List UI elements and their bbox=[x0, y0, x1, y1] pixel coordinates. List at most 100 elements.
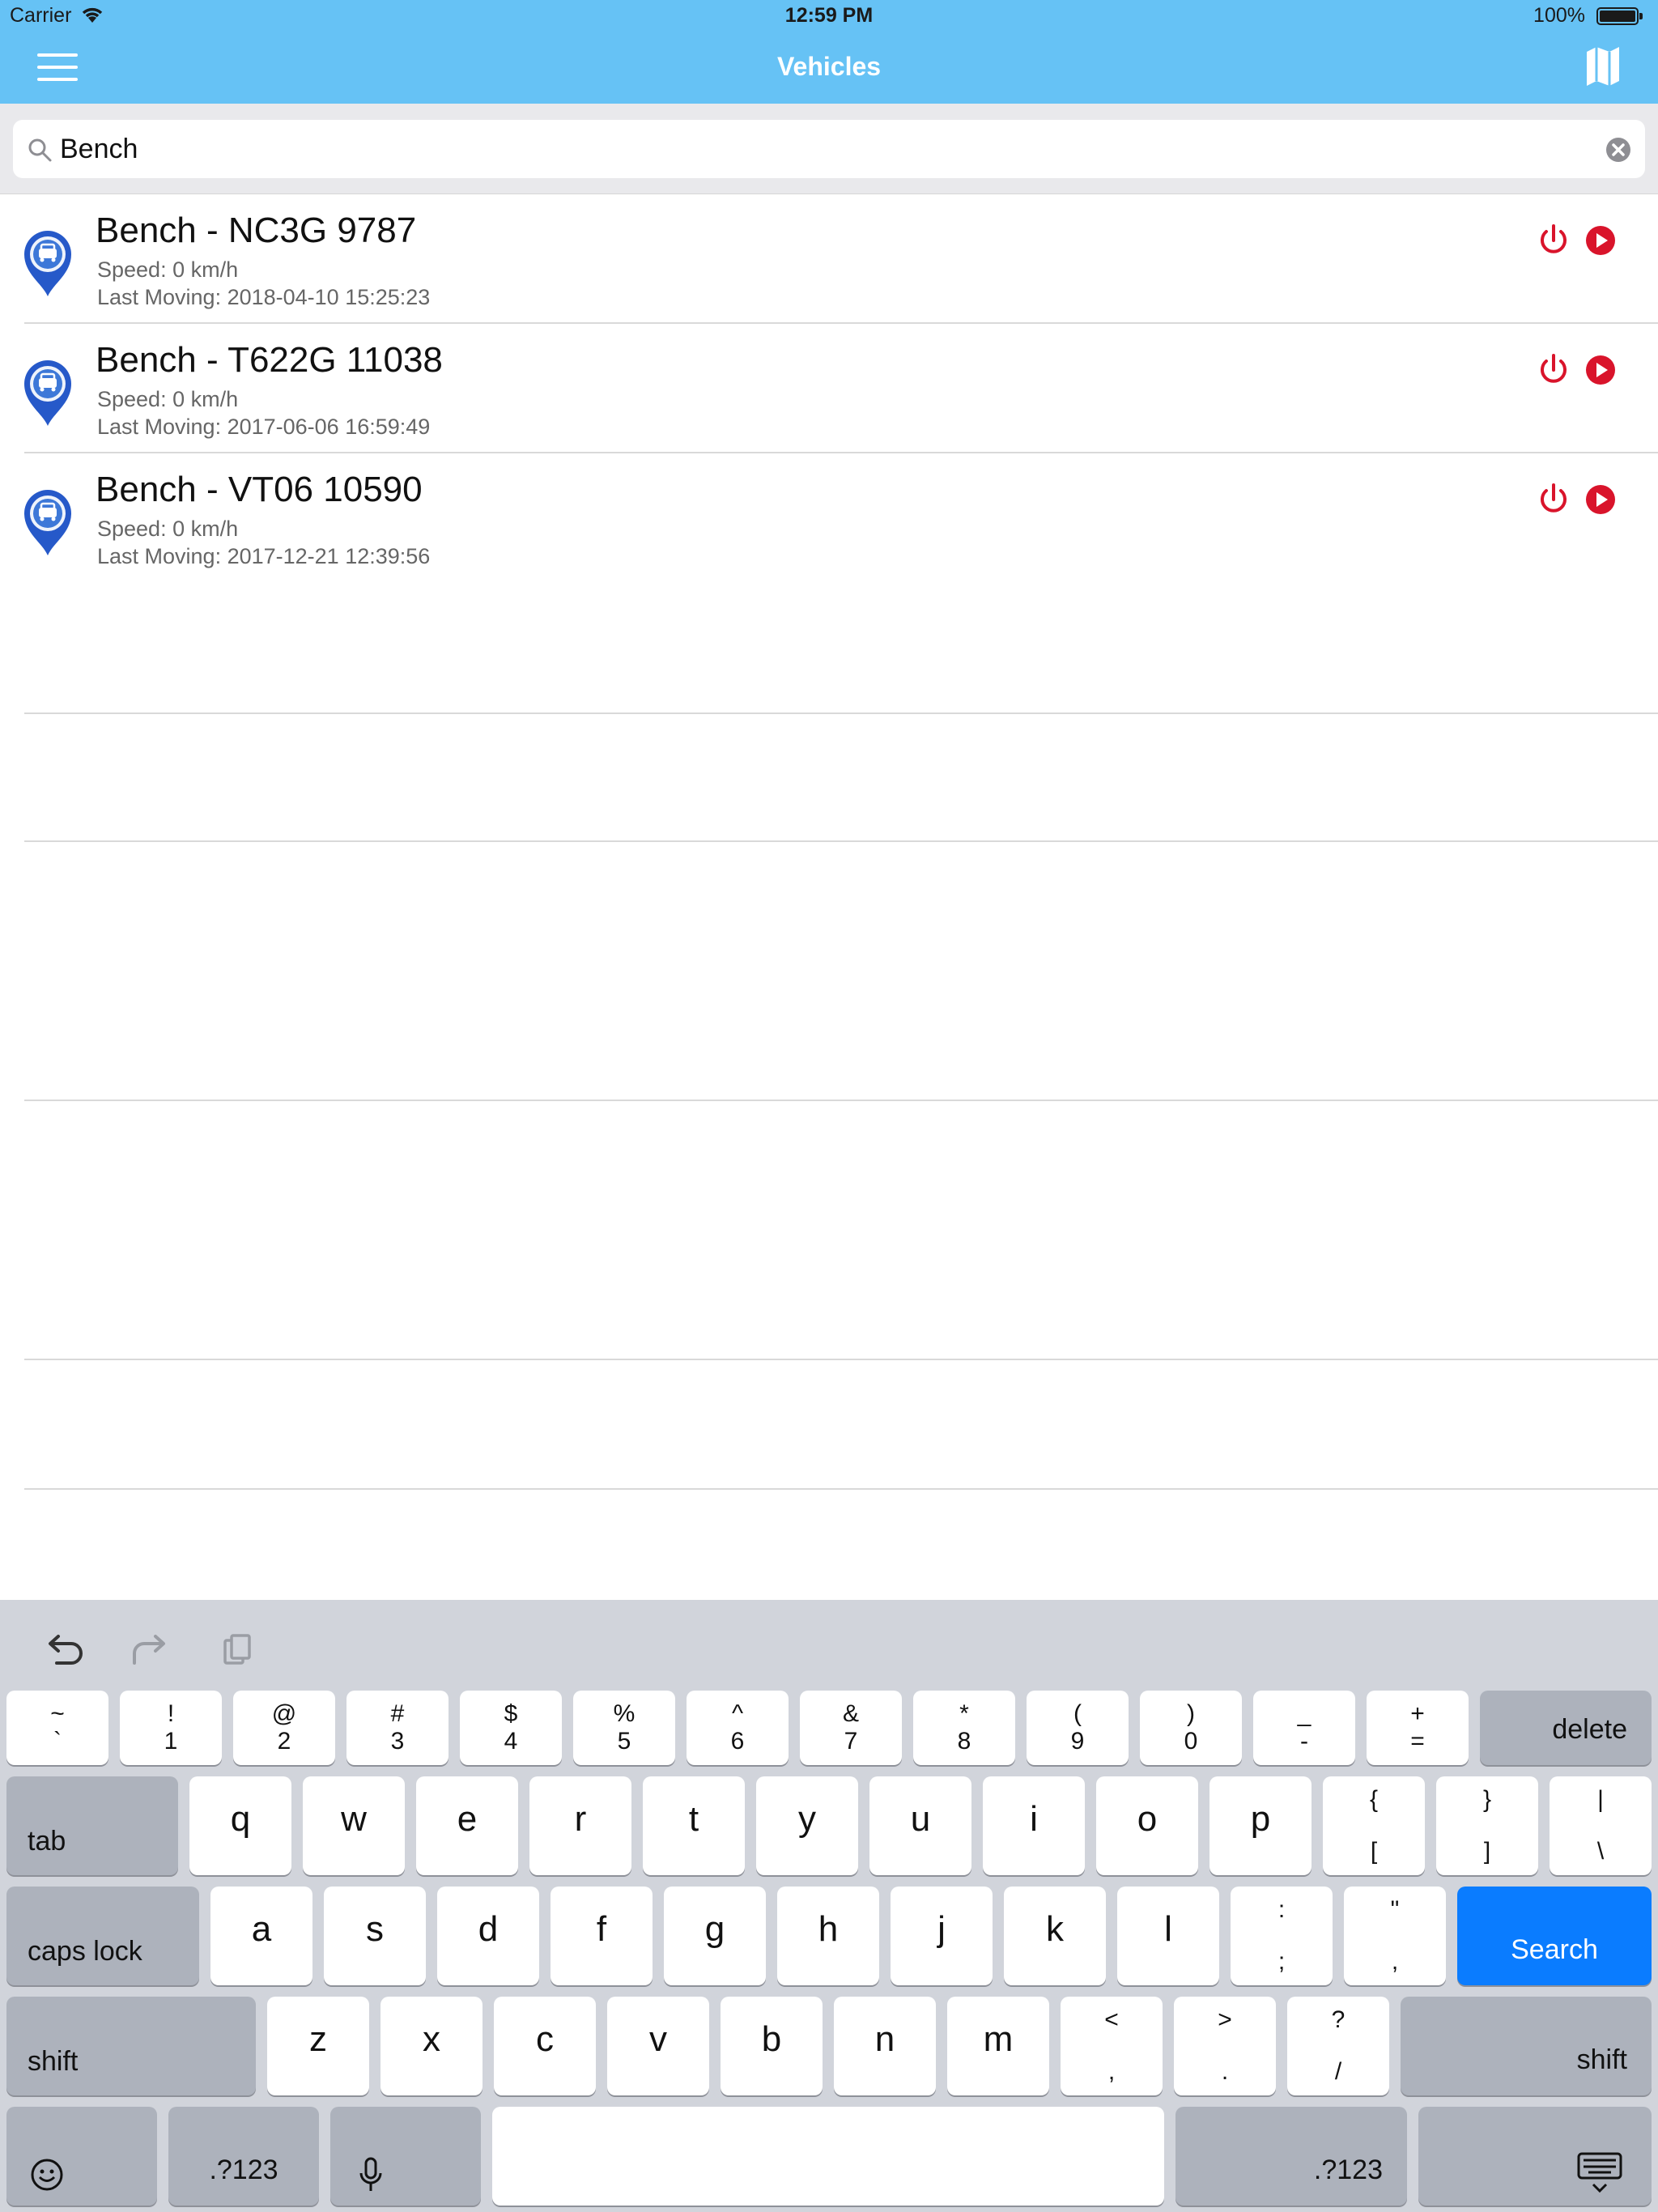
vehicle-name: Bench - T622G 11038 bbox=[96, 340, 443, 380]
key-1[interactable]: ~ ` bbox=[6, 1691, 108, 1765]
numbers-key-right[interactable]: .?123 bbox=[1175, 2107, 1407, 2206]
clear-search-icon[interactable] bbox=[1605, 136, 1632, 164]
key-symbol[interactable]: :; bbox=[1231, 1887, 1333, 1985]
power-icon[interactable] bbox=[1535, 222, 1572, 259]
dictation-key[interactable] bbox=[330, 2107, 481, 2206]
key-5[interactable]: $4 bbox=[460, 1691, 562, 1765]
play-icon[interactable] bbox=[1584, 223, 1618, 257]
empty-row-divider bbox=[24, 840, 1658, 842]
key-top-label: : bbox=[1278, 1896, 1286, 1923]
empty-row-divider bbox=[24, 1488, 1658, 1490]
key-z[interactable]: z bbox=[267, 1997, 369, 2095]
key-y[interactable]: y bbox=[756, 1776, 858, 1875]
key-x[interactable]: x bbox=[380, 1997, 483, 2095]
caps-lock-key[interactable]: caps lock bbox=[6, 1887, 199, 1985]
key-label: q bbox=[230, 1799, 251, 1839]
key-label: y bbox=[798, 1799, 816, 1839]
redo-icon[interactable] bbox=[126, 1626, 175, 1674]
shift-left-key[interactable]: shift bbox=[6, 1997, 256, 2095]
key-h[interactable]: h bbox=[777, 1887, 879, 1985]
key-12[interactable]: _ - bbox=[1253, 1691, 1355, 1765]
key-s[interactable]: s bbox=[324, 1887, 426, 1985]
key-symbol[interactable]: }] bbox=[1436, 1776, 1538, 1875]
numbers-key-label: .?123 bbox=[209, 2155, 278, 2185]
power-icon[interactable] bbox=[1535, 481, 1572, 518]
delete-label: delete bbox=[1552, 1714, 1627, 1745]
map-icon[interactable] bbox=[1580, 44, 1626, 89]
key-symbol[interactable]: >. bbox=[1174, 1997, 1276, 2095]
search-bar bbox=[0, 104, 1658, 194]
key-j[interactable]: j bbox=[891, 1887, 993, 1985]
emoji-key[interactable] bbox=[6, 2107, 157, 2206]
vehicle-row[interactable]: Bench - NC3G 9787 Speed: 0 km/h Last Mov… bbox=[0, 194, 1658, 324]
dismiss-keyboard-key[interactable] bbox=[1418, 2107, 1652, 2206]
key-bottom-label: 4 bbox=[504, 1728, 518, 1755]
key-label: h bbox=[818, 1909, 839, 1949]
key-2[interactable]: ! 1 bbox=[120, 1691, 222, 1765]
key-symbol[interactable]: | \ bbox=[1550, 1776, 1652, 1875]
key-symbol[interactable]: <, bbox=[1061, 1997, 1163, 2095]
key-label: n bbox=[874, 2019, 895, 2059]
key-b[interactable]: b bbox=[721, 1997, 823, 2095]
search-key[interactable]: Search bbox=[1457, 1887, 1652, 1985]
key-bottom-label: , bbox=[1107, 2058, 1116, 2085]
key-11[interactable]: ) 0 bbox=[1140, 1691, 1242, 1765]
delete-key[interactable]: delete bbox=[1480, 1691, 1652, 1765]
key-e[interactable]: e bbox=[416, 1776, 518, 1875]
key-label: d bbox=[478, 1909, 499, 1949]
key-symbol[interactable]: ", bbox=[1344, 1887, 1446, 1985]
shift-right-key[interactable]: shift bbox=[1401, 1997, 1652, 2095]
key-r[interactable]: r bbox=[529, 1776, 631, 1875]
key-10[interactable]: (9 bbox=[1027, 1691, 1129, 1765]
key-top-label: _ bbox=[1297, 1700, 1312, 1727]
search-input[interactable] bbox=[60, 126, 1582, 172]
key-w[interactable]: w bbox=[303, 1776, 405, 1875]
tab-key[interactable]: tab bbox=[6, 1776, 178, 1875]
key-f[interactable]: f bbox=[551, 1887, 653, 1985]
key-top-label: | bbox=[1597, 1786, 1604, 1813]
key-label: o bbox=[1137, 1799, 1158, 1839]
play-icon[interactable] bbox=[1584, 353, 1618, 387]
key-4[interactable]: #3 bbox=[346, 1691, 449, 1765]
key-symbol[interactable]: ? / bbox=[1287, 1997, 1389, 2095]
key-q[interactable]: q bbox=[189, 1776, 291, 1875]
key-p[interactable]: p bbox=[1209, 1776, 1312, 1875]
key-l[interactable]: l bbox=[1117, 1887, 1219, 1985]
key-g[interactable]: g bbox=[664, 1887, 766, 1985]
play-icon[interactable] bbox=[1584, 483, 1618, 517]
key-t[interactable]: t bbox=[643, 1776, 745, 1875]
vehicle-row[interactable]: Bench - VT06 10590 Speed: 0 km/h Last Mo… bbox=[0, 453, 1658, 583]
key-o[interactable]: o bbox=[1096, 1776, 1198, 1875]
key-a[interactable]: a bbox=[210, 1887, 312, 1985]
vehicle-list: Bench - NC3G 9787 Speed: 0 km/h Last Mov… bbox=[0, 194, 1658, 583]
search-key-label: Search bbox=[1511, 1934, 1598, 1965]
vehicle-row[interactable]: Bench - T622G 11038 Speed: 0 km/h Last M… bbox=[0, 324, 1658, 453]
key-n[interactable]: n bbox=[834, 1997, 936, 2095]
key-v[interactable]: v bbox=[607, 1997, 709, 2095]
key-i[interactable]: i bbox=[983, 1776, 1085, 1875]
key-6[interactable]: % 5 bbox=[573, 1691, 675, 1765]
key-c[interactable]: c bbox=[494, 1997, 596, 2095]
key-top-label: > bbox=[1218, 2006, 1232, 2033]
key-9[interactable]: * 8 bbox=[913, 1691, 1015, 1765]
key-bottom-label: 1 bbox=[164, 1728, 178, 1755]
paste-icon[interactable] bbox=[214, 1626, 262, 1674]
key-8[interactable]: & 7 bbox=[800, 1691, 902, 1765]
key-top-label: " bbox=[1390, 1896, 1400, 1923]
key-bottom-label: 5 bbox=[617, 1728, 631, 1755]
key-symbol[interactable]: {[ bbox=[1323, 1776, 1425, 1875]
space-key[interactable] bbox=[492, 2107, 1164, 2206]
key-top-label: ? bbox=[1331, 2006, 1346, 2033]
empty-row-divider bbox=[24, 1100, 1658, 1101]
numbers-key-left[interactable]: .?123 bbox=[168, 2107, 319, 2206]
key-13[interactable]: + = bbox=[1367, 1691, 1469, 1765]
undo-icon[interactable] bbox=[39, 1626, 87, 1674]
key-d[interactable]: d bbox=[437, 1887, 539, 1985]
power-icon[interactable] bbox=[1535, 351, 1572, 389]
key-3[interactable]: @2 bbox=[233, 1691, 335, 1765]
key-k[interactable]: k bbox=[1004, 1887, 1106, 1985]
key-m[interactable]: m bbox=[947, 1997, 1049, 2095]
key-7[interactable]: ^ 6 bbox=[687, 1691, 789, 1765]
key-u[interactable]: u bbox=[869, 1776, 971, 1875]
key-top-label: } bbox=[1482, 1786, 1492, 1813]
